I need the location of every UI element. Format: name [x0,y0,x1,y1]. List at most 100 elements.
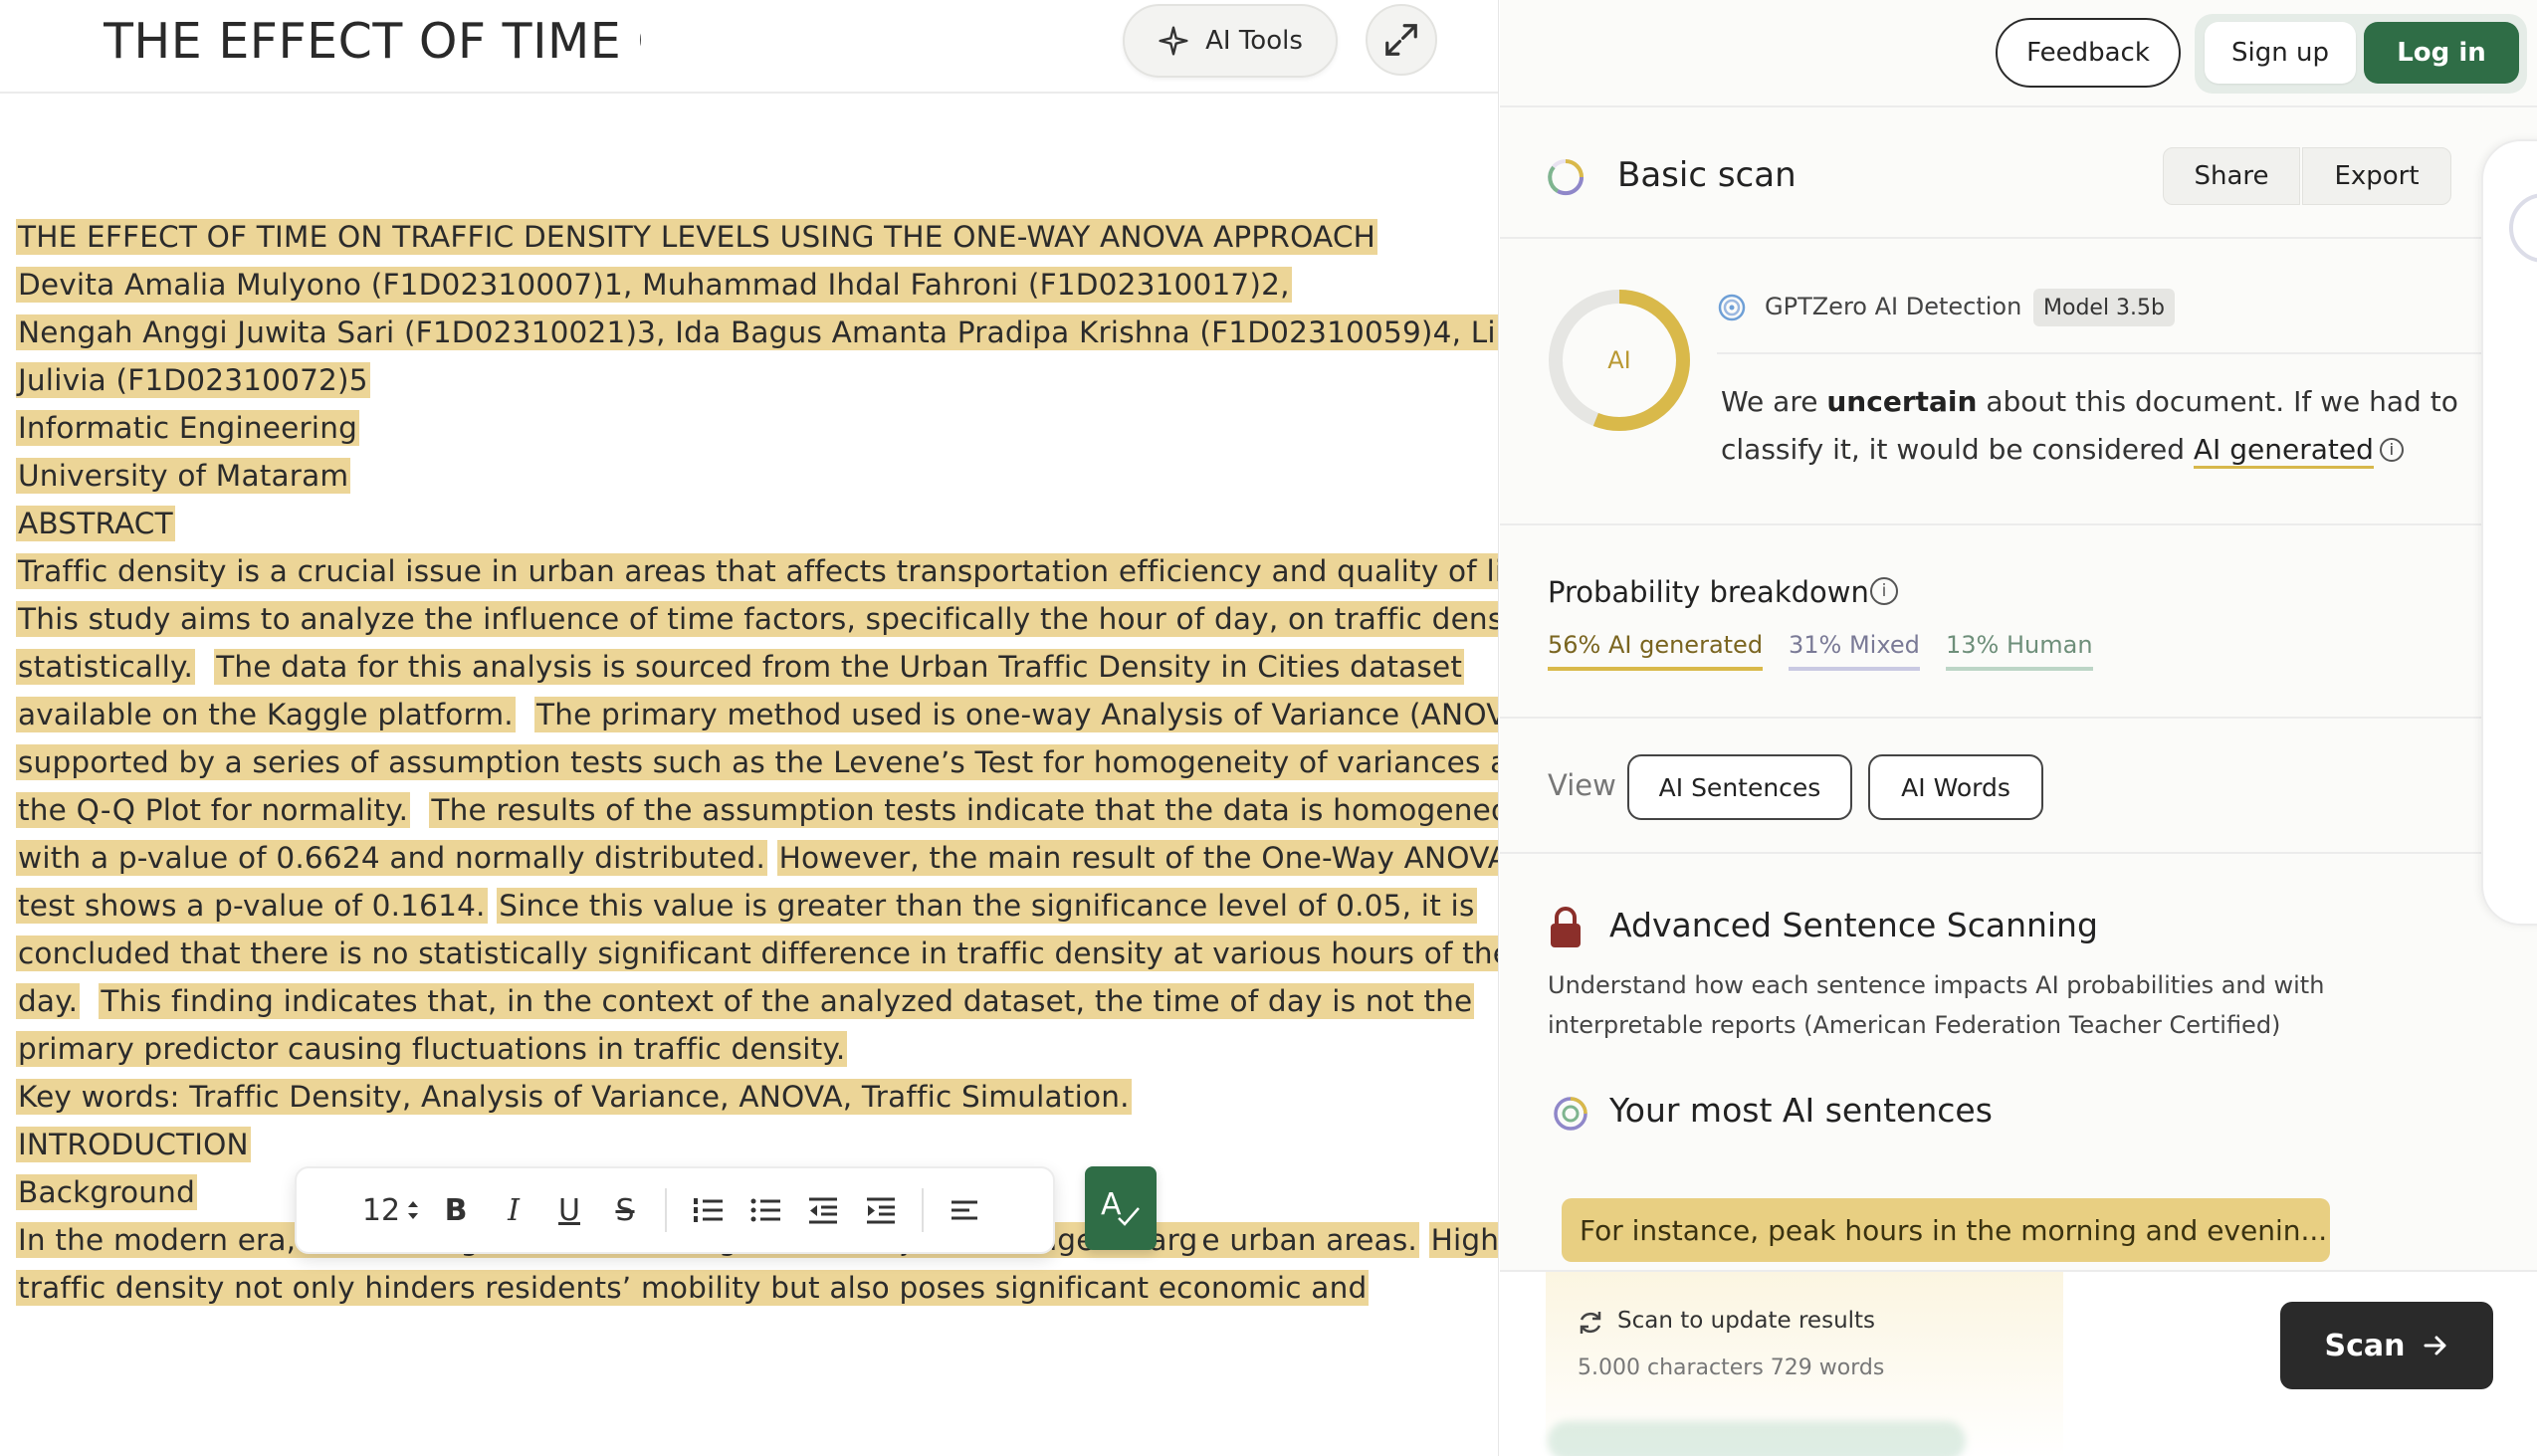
expand-button[interactable] [1366,4,1437,76]
highlighted-text: ABSTRACT [16,506,175,541]
italic-icon: I [508,1192,520,1228]
probability-title: Probability breakdown [1548,575,1869,609]
advanced-description: Understand how each sentence impacts AI … [1548,971,2325,1039]
document-line[interactable]: University of Mataram [16,452,1489,500]
prob-ai-generated[interactable]: 56% AI generated [1548,631,1764,671]
align-button[interactable] [936,1166,993,1254]
highlighted-text: Devita Amalia Mulyono (F1D02310007)1, Mu… [16,267,1292,303]
sparkle-icon [1159,26,1188,56]
document-line[interactable]: Devita Amalia Mulyono (F1D02310007)1, Mu… [16,261,1489,309]
svg-text:A: A [1101,1187,1122,1222]
toolbar-divider [665,1188,667,1232]
italic-button[interactable]: I [486,1166,541,1254]
view-selector: View AI Sentences AI Words [1500,719,2485,854]
highlighted-text: Julivia (F1D02310072)5 [16,362,370,398]
highlighted-text: test shows a p-value of 0.1614. [16,888,488,924]
highlighted-text: with a p-value of 0.6624 and normally di… [16,840,768,876]
advanced-title: Advanced Sentence Scanning [1609,906,2098,944]
drawer-avatar [2509,193,2537,263]
highlighted-text: Since this value is greater than the sig… [497,888,1477,924]
document-line[interactable]: day. This finding indicates that, in the… [16,977,1489,1025]
info-icon[interactable]: i [2379,438,2404,462]
document-line[interactable]: primary predictor causing fluctuations i… [16,1025,1489,1073]
document-line[interactable]: Key words: Traffic Density, Analysis of … [16,1073,1489,1121]
font-size-select[interactable]: 12 [356,1166,426,1254]
document-line[interactable]: the Q-Q Plot for normality. The results … [16,786,1498,834]
footer-fade [1548,1421,1966,1456]
divider [1717,352,2485,354]
strikethrough-button[interactable]: S [597,1166,653,1254]
ai-generated-link[interactable]: AI generated [2193,433,2374,469]
document-line[interactable]: Julivia (F1D02310072)5 [16,356,1489,404]
outdent-button[interactable] [794,1166,852,1254]
prob-mixed[interactable]: 31% Mixed [1789,631,1920,671]
format-toolbar: 12 B I U S [295,1166,1055,1254]
scan-header: Basic scan Share Export [1500,109,2537,239]
document-line[interactable]: supported by a series of assumption test… [16,738,1498,786]
scan-footer: Scan to update results 5.000 characters … [1500,1270,2537,1456]
document-line[interactable]: This study aims to analyze the influence… [16,595,1498,643]
ai-tools-label: AI Tools [1205,26,1303,56]
indent-button[interactable] [852,1166,910,1254]
most-ai-title: Your most AI sentences [1609,1091,1993,1130]
feedback-button[interactable]: Feedback [1996,18,2181,88]
plain-text [80,984,99,1018]
export-button[interactable]: Export [2302,147,2451,205]
scan-title: Basic scan [1617,155,1797,195]
document-line[interactable]: traffic density not only hinders residen… [16,1264,1489,1312]
document-line[interactable]: available on the Kaggle platform. The pr… [16,691,1498,738]
highlighted-text: University of Mataram [16,458,351,494]
bullet-list-button[interactable] [737,1166,794,1254]
prob-human[interactable]: 13% Human [1946,631,2093,671]
ai-tools-button[interactable]: AI Tools [1123,4,1338,78]
scan-button[interactable]: Scan [2280,1302,2493,1389]
document-line[interactable]: with a p-value of 0.6624 and normally di… [16,834,1498,882]
document-line[interactable]: Nengah Anggi Juwita Sari (F1D02310021)3,… [16,309,1498,356]
underline-button[interactable]: U [541,1166,597,1254]
expand-icon [1385,24,1417,56]
signup-button[interactable]: Sign up [2205,22,2356,84]
highlighted-text: statistically. [16,649,196,685]
highlighted-text: High [1428,1222,1498,1258]
ai-words-button[interactable]: AI Words [1868,754,2043,820]
grammar-check-button[interactable]: A [1085,1166,1157,1250]
gptzero-logo-icon [1718,294,1746,321]
ai-sentences-button[interactable]: AI Sentences [1627,754,1852,820]
highlighted-text: This finding indicates that, in the cont… [99,983,1475,1019]
arrow-right-icon [2424,1336,2445,1355]
scan-update-text: Scan to update results [1617,1308,1876,1334]
highlighted-text: day. [16,983,81,1019]
document-line[interactable]: Traffic density is a crucial issue in ur… [16,547,1498,595]
font-size-value: 12 [361,1192,401,1228]
document-line[interactable]: test shows a p-value of 0.1614. Since th… [16,882,1489,930]
document-body[interactable]: THE EFFECT OF TIME ON TRAFFIC DENSITY LE… [16,213,1498,1312]
highlighted-text: the Q-Q Plot for normality. [16,792,411,828]
highlighted-text: However, the main result of the One-Way … [776,840,1498,876]
bold-button[interactable]: B [426,1166,486,1254]
underline-icon: U [558,1192,580,1228]
side-drawer[interactable] [2481,139,2537,926]
document-title[interactable]: THE EFFECT OF TIME C [104,14,641,70]
login-button[interactable]: Log in [2364,22,2519,84]
highlighted-text: Informatic Engineering [16,410,360,446]
numbered-list-icon [694,1198,723,1222]
document-line[interactable]: THE EFFECT OF TIME ON TRAFFIC DENSITY LE… [16,213,1489,261]
document-line[interactable]: ABSTRACT [16,500,1489,547]
outdent-icon [809,1197,837,1224]
document-line[interactable]: statistically. The data for this analysi… [16,643,1489,691]
highlighted-text: INTRODUCTION [16,1127,251,1162]
highlighted-text: primary predictor causing fluctuations i… [16,1031,848,1067]
document-line[interactable]: INTRODUCTION [16,1121,1489,1168]
bold-icon: B [444,1192,468,1228]
probability-breakdown: Probability breakdown i 56% AI generated… [1500,525,2485,719]
highlighted-text: Key words: Traffic Density, Analysis of … [16,1079,1132,1115]
scan-progress-icon [1548,159,1585,196]
share-button[interactable]: Share [2163,147,2300,205]
document-line[interactable]: concluded that there is no statistically… [16,930,1498,977]
info-icon[interactable]: i [1870,577,1898,605]
document-line[interactable]: Informatic Engineering [16,404,1489,452]
top-ai-sentence[interactable]: For instance, peak hours in the morning … [1562,1198,2330,1262]
editor-pane: THE EFFECT OF TIME C AI Tools THE EFFECT… [0,0,1499,1456]
numbered-list-button[interactable] [679,1166,737,1254]
verdict-text: We are uncertain about this document. If… [1721,378,2477,474]
